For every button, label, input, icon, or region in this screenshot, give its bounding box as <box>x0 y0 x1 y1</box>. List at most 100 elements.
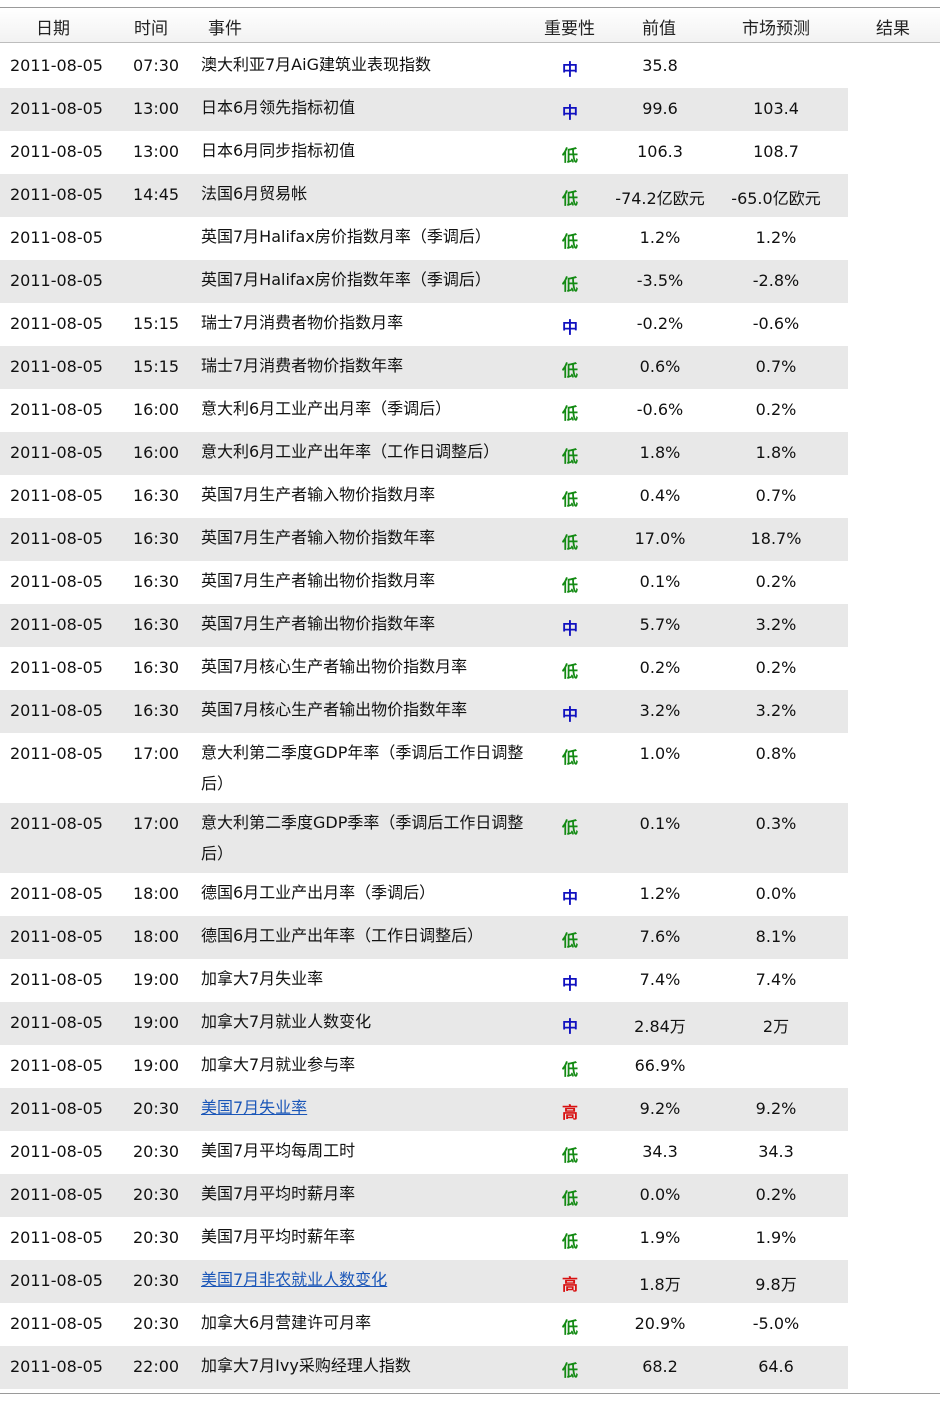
forecast-cell: 7.4% <box>755 970 797 989</box>
forecast-cell: 0.8% <box>755 744 797 763</box>
previous-cell: 20.9% <box>634 1314 686 1333</box>
previous-cell: -0.6% <box>636 400 684 419</box>
event-link[interactable]: 美国7月失业率 <box>201 1092 536 1123</box>
previous-cell: 1.2% <box>639 884 681 903</box>
forecast-cell: 64.6 <box>758 1357 794 1376</box>
table-row: 2011-08-05 20:30 加拿大6月营建许可月率 低 20.9% -5.0% <box>0 1303 848 1346</box>
date-cell: 2011-08-05 <box>10 1056 103 1075</box>
date-cell: 2011-08-05 <box>10 814 103 833</box>
table-row: 2011-08-05 英国7月Halifax房价指数年率（季调后） 低 -3.5% -2… <box>0 260 848 303</box>
importance-cell: 低 <box>562 189 579 208</box>
table-row: 2011-08-05 20:30 美国7月平均时薪月率 低 0.0% 0.2% <box>0 1174 848 1217</box>
forecast-cell: 1.8% <box>755 443 797 462</box>
table-row: 2011-08-05 16:00 意大利6月工业产出年率（工作日调整后） 低 1.8% 1… <box>0 432 848 475</box>
table-row: 2011-08-05 17:00 意大利第二季度GDP年率（季调后工作日调整后） 低 1… <box>0 733 848 803</box>
previous-cell: 0.1% <box>639 572 681 591</box>
event-cell: 英国7月Halifax房价指数月率（季调后） <box>201 227 491 246</box>
importance-cell: 低 <box>562 1060 579 1079</box>
time-cell: 17:00 <box>133 744 180 763</box>
forecast-cell: 103.4 <box>753 99 799 118</box>
event-cell: 加拿大7月失业率 <box>201 969 324 988</box>
time-cell: 20:30 <box>133 1228 180 1247</box>
previous-cell: 0.2% <box>639 658 681 677</box>
event-cell: 法国6月贸易帐 <box>201 184 308 203</box>
table-row: 2011-08-05 20:30 美国7月平均每周工时 低 34.3 34.3 <box>0 1131 848 1174</box>
header-date: 日期 <box>36 19 70 39</box>
date-cell: 2011-08-05 <box>10 400 103 419</box>
previous-cell: 66.9% <box>634 1056 686 1075</box>
time-cell: 16:30 <box>133 529 180 548</box>
importance-cell: 中 <box>562 705 579 724</box>
forecast-cell: 9.2% <box>755 1099 797 1118</box>
event-cell: 意大利第二季度GDP季率（季调后工作日调整后） <box>201 813 524 863</box>
event-cell: 加拿大6月营建许可月率 <box>201 1313 372 1332</box>
event-cell: 加拿大7月就业人数变化 <box>201 1012 372 1031</box>
event-cell: 英国7月生产者输出物价指数月率 <box>201 571 436 590</box>
time-cell: 20:30 <box>133 1142 180 1161</box>
event-cell: 英国7月Halifax房价指数年率（季调后） <box>201 270 491 289</box>
table-row: 2011-08-05 19:00 加拿大7月就业参与率 低 66.9% <box>0 1045 848 1088</box>
importance-cell: 低 <box>562 404 579 423</box>
table-header: 日期 时间 事件 重要性 前值 市场预测 结果 <box>0 8 940 43</box>
date-cell: 2011-08-05 <box>10 1271 103 1290</box>
event-cell: 美国7月平均时薪月率 <box>201 1184 356 1203</box>
time-cell: 20:30 <box>133 1271 180 1290</box>
event-cell: 日本6月同步指标初值 <box>201 141 356 160</box>
table-row: 2011-08-05 16:30 英国7月生产者输出物价指数月率 低 0.1% 0.2% <box>0 561 848 604</box>
forecast-cell: 3.2% <box>755 615 797 634</box>
previous-cell: 68.2 <box>642 1357 678 1376</box>
header-time: 时间 <box>134 19 168 39</box>
date-cell: 2011-08-05 <box>10 970 103 989</box>
importance-cell: 中 <box>562 103 579 122</box>
date-cell: 2011-08-05 <box>10 228 103 247</box>
date-cell: 2011-08-05 <box>10 1013 103 1032</box>
forecast-cell: 0.7% <box>755 357 797 376</box>
table-row: 2011-08-05 16:30 英国7月核心生产者输出物价指数年率 中 3.2% 3.2… <box>0 690 848 733</box>
importance-cell: 低 <box>562 1361 579 1380</box>
table-row: 2011-08-05 英国7月Halifax房价指数月率（季调后） 低 1.2% 1.2… <box>0 217 848 260</box>
time-cell: 16:30 <box>133 658 180 677</box>
table-row: 2011-08-05 14:45 法国6月贸易帐 低 -74.2亿欧元 -65.0亿欧元 <box>0 174 848 217</box>
table-row: 2011-08-05 20:30 美国7月平均时薪年率 低 1.9% 1.9% <box>0 1217 848 1260</box>
forecast-cell: 9.8万 <box>755 1275 797 1294</box>
importance-cell: 低 <box>562 275 579 294</box>
importance-cell: 中 <box>562 318 579 337</box>
date-cell: 2011-08-05 <box>10 1314 103 1333</box>
event-cell: 意大利6月工业产出年率（工作日调整后） <box>201 442 500 461</box>
previous-cell: -3.5% <box>636 271 684 290</box>
time-cell: 20:30 <box>133 1099 180 1118</box>
event-cell: 英国7月核心生产者输出物价指数年率 <box>201 700 468 719</box>
event-cell: 英国7月生产者输入物价指数月率 <box>201 485 436 504</box>
date-cell: 2011-08-05 <box>10 615 103 634</box>
importance-cell: 低 <box>562 1189 579 1208</box>
importance-cell: 低 <box>562 361 579 380</box>
previous-cell: 0.0% <box>639 1185 681 1204</box>
forecast-cell: -65.0亿欧元 <box>731 189 821 208</box>
time-cell: 13:00 <box>133 99 180 118</box>
event-cell: 意大利6月工业产出月率（季调后） <box>201 399 452 418</box>
importance-cell: 低 <box>562 232 579 251</box>
time-cell: 19:00 <box>133 970 180 989</box>
date-cell: 2011-08-05 <box>10 314 103 333</box>
previous-cell: 1.8% <box>639 443 681 462</box>
importance-cell: 低 <box>562 818 579 837</box>
date-cell: 2011-08-05 <box>10 658 103 677</box>
table-row: 2011-08-05 15:15 瑞士7月消费者物价指数月率 中 -0.2% -0.6% <box>0 303 848 346</box>
date-cell: 2011-08-05 <box>10 142 103 161</box>
bottom-rule <box>0 1393 940 1394</box>
event-cell: 澳大利亚7月AiG建筑业表现指数 <box>201 55 431 74</box>
event-cell: 加拿大7月就业参与率 <box>201 1055 356 1074</box>
time-cell: 18:00 <box>133 884 180 903</box>
date-cell: 2011-08-05 <box>10 271 103 290</box>
forecast-cell: 0.0% <box>755 884 797 903</box>
event-link[interactable]: 美国7月非农就业人数变化 <box>201 1264 536 1295</box>
previous-cell: 35.8 <box>642 56 678 75</box>
date-cell: 2011-08-05 <box>10 1228 103 1247</box>
date-cell: 2011-08-05 <box>10 529 103 548</box>
forecast-cell: 2万 <box>762 1017 790 1036</box>
header-result: 结果 <box>876 19 910 39</box>
event-cell: 美国7月平均时薪年率 <box>201 1227 356 1246</box>
importance-cell: 中 <box>562 974 579 993</box>
time-cell: 16:30 <box>133 486 180 505</box>
table-row: 2011-08-05 16:30 英国7月生产者输出物价指数年率 中 5.7% 3.2% <box>0 604 848 647</box>
